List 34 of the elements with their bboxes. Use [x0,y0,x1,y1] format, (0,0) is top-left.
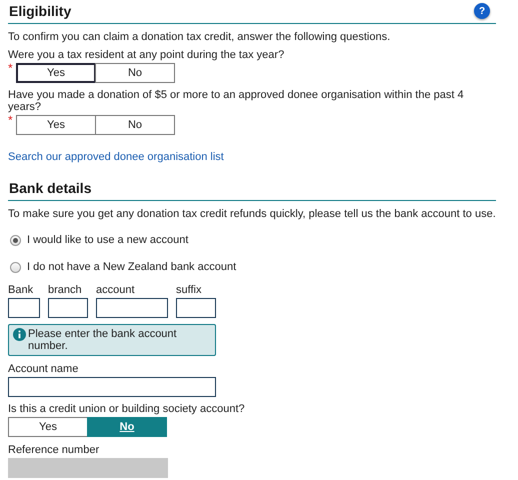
toggle-option[interactable]: No [95,63,175,83]
intro-text: To confirm you can claim a donation tax credit, answer the following questions. [8,31,392,43]
donee-list-link[interactable]: Search our approved donee organisation list [8,151,496,163]
radio-label[interactable]: I do not have a New Zealand bank account [27,261,236,273]
required-mark: * [8,115,14,129]
field-label: suffix [176,284,202,296]
input-field[interactable] [96,298,168,318]
input-field[interactable] [176,298,216,318]
toggle-option[interactable]: Yes [16,63,96,83]
info-text: Please enter the bank account number. [28,328,178,352]
toggle-option[interactable]: Yes [16,115,96,135]
question-label: Is this a credit union or building society account? [8,403,246,415]
required-mark: * [8,63,14,77]
field-label: Account name [8,363,80,375]
section-title: Bank details [9,180,92,196]
section-title: Eligibility [9,3,72,19]
field-label: account [96,284,136,296]
toggle-option[interactable]: No [87,417,167,437]
field-label: branch [48,284,83,296]
account-name-field[interactable] [8,377,216,397]
radio-button[interactable] [10,262,21,272]
radio-button[interactable] [10,234,21,246]
input-field[interactable] [48,298,88,318]
info-icon [13,328,26,341]
radio-label[interactable]: I would like to use a new account [27,234,188,246]
field-label: Reference number [8,444,100,456]
field-label: Bank [8,284,34,296]
input-field[interactable] [8,298,40,318]
question-label: Have you made a donation of $5 or more to an approved donee organisation within the past 4 years? [8,89,465,113]
toggle-option[interactable]: No [95,115,175,135]
toggle-option[interactable]: Yes [8,417,88,437]
help-icon[interactable]: ? [474,3,490,19]
question-label: Were you a tax resident at any point during the tax year? [8,49,286,61]
intro-text: To make sure you get any donation tax credit refunds quickly, please tell us the bank account to use. [8,208,496,220]
